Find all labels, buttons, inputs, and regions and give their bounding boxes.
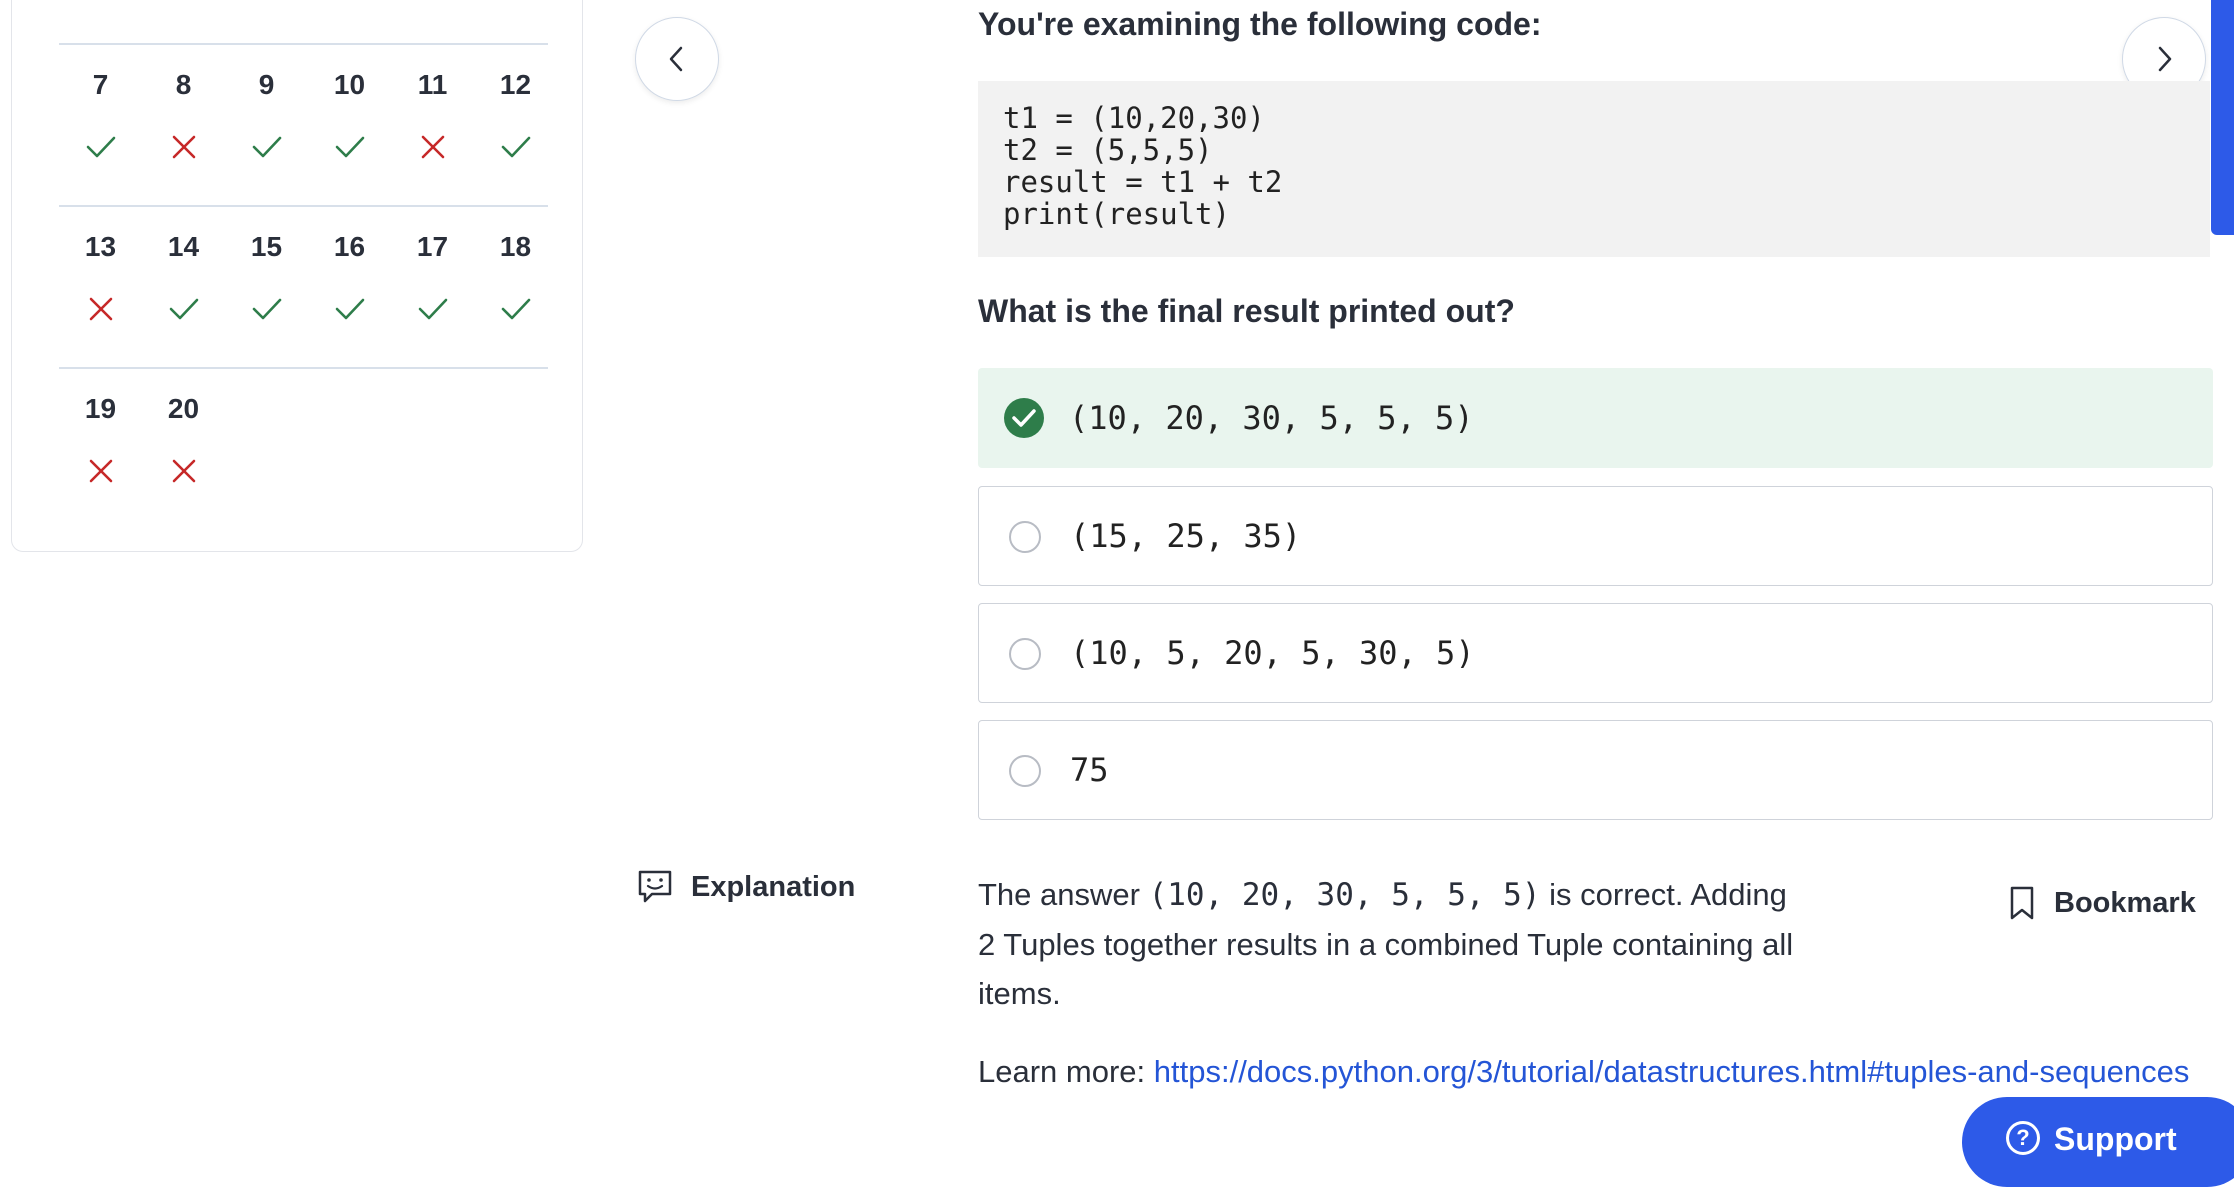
row-divider (59, 367, 548, 369)
answer-option-label: (10, 5, 20, 5, 30, 5) (1070, 634, 1475, 672)
explanation-heading: Explanation (636, 868, 855, 906)
results-panel: 7 8 9 10 11 12 13 14 15 16 17 18 19 20 (11, 0, 583, 552)
question-number: 19 (84, 393, 117, 424)
answer-option-4[interactable]: 75 (978, 720, 2213, 820)
row-divider (59, 205, 548, 207)
cross-icon (59, 455, 142, 489)
check-icon (142, 293, 225, 327)
explanation-text: The answer (10, 20, 30, 5, 5, 5) is corr… (978, 870, 1808, 1018)
learn-more-label: Learn more: (978, 1054, 1154, 1089)
check-icon (225, 293, 308, 327)
question-prompt: You're examining the following code: (978, 6, 1542, 42)
question-number: 8 (175, 69, 192, 100)
check-icon (474, 293, 557, 327)
answer-option-label: (10, 20, 30, 5, 5, 5) (1069, 399, 1474, 437)
question-number: 11 (417, 69, 448, 100)
question-number: 12 (499, 69, 532, 100)
row-divider (59, 43, 548, 45)
question-number: 13 (84, 231, 117, 262)
question-number: 7 (92, 69, 109, 100)
check-icon (59, 131, 142, 165)
bookmark-icon (2010, 886, 2034, 920)
radio-button[interactable] (1009, 755, 1041, 787)
check-icon (474, 131, 557, 165)
learn-more-link[interactable]: https://docs.python.org/3/tutorial/datas… (1154, 1054, 2190, 1089)
chat-smile-icon (638, 870, 672, 903)
cross-icon (391, 131, 474, 165)
explanation-label: Explanation (691, 870, 856, 903)
results-row: 7 8 9 10 11 12 (59, 43, 548, 205)
cross-icon (59, 293, 142, 327)
answer-option-label: 75 (1070, 751, 1109, 789)
check-icon (225, 131, 308, 165)
help-circle-icon: ? (2006, 1121, 2040, 1155)
results-row: 13 14 15 16 17 18 (59, 205, 548, 367)
cross-icon (142, 455, 225, 489)
bookmark-label: Bookmark (2054, 886, 2196, 919)
previous-question-button[interactable] (635, 17, 719, 101)
radio-button[interactable] (1009, 638, 1041, 670)
question-number: 10 (333, 69, 366, 100)
learn-more: Learn more: https://docs.python.org/3/tu… (978, 1047, 2208, 1096)
answer-option-3[interactable]: (10, 5, 20, 5, 30, 5) (978, 603, 2213, 703)
answer-option-2[interactable]: (15, 25, 35) (978, 486, 2213, 586)
check-icon (308, 293, 391, 327)
question-number: 16 (333, 231, 366, 262)
question-text: What is the final result printed out? (978, 293, 1515, 329)
cross-icon (142, 131, 225, 165)
chevron-left-icon (669, 46, 683, 72)
support-button[interactable]: ? Support (1962, 1097, 2234, 1187)
explanation-answer-code: (10, 20, 30, 5, 5, 5) (1148, 877, 1541, 913)
code-block: t1 = (10,20,30) t2 = (5,5,5) result = t1… (978, 81, 2210, 257)
results-row: 19 20 (59, 367, 548, 529)
question-number: 18 (499, 231, 532, 262)
question-number: 20 (167, 393, 200, 424)
bookmark-button[interactable]: Bookmark (2008, 885, 2196, 921)
answer-option-label: (15, 25, 35) (1070, 517, 1302, 555)
question-number: 14 (167, 231, 200, 262)
check-icon (308, 131, 391, 165)
question-number: 9 (258, 69, 275, 100)
question-number: 15 (250, 231, 283, 262)
chevron-right-icon (2158, 46, 2172, 72)
answer-option-1[interactable]: (10, 20, 30, 5, 5, 5) (978, 368, 2213, 468)
radio-button[interactable] (1009, 521, 1041, 553)
question-number: 17 (416, 231, 449, 262)
check-icon (391, 293, 474, 327)
support-label: Support (2054, 1121, 2177, 1157)
side-panel-tab[interactable] (2211, 0, 2234, 235)
check-circle-icon (1004, 398, 1044, 438)
explanation-text-before: The answer (978, 877, 1149, 912)
